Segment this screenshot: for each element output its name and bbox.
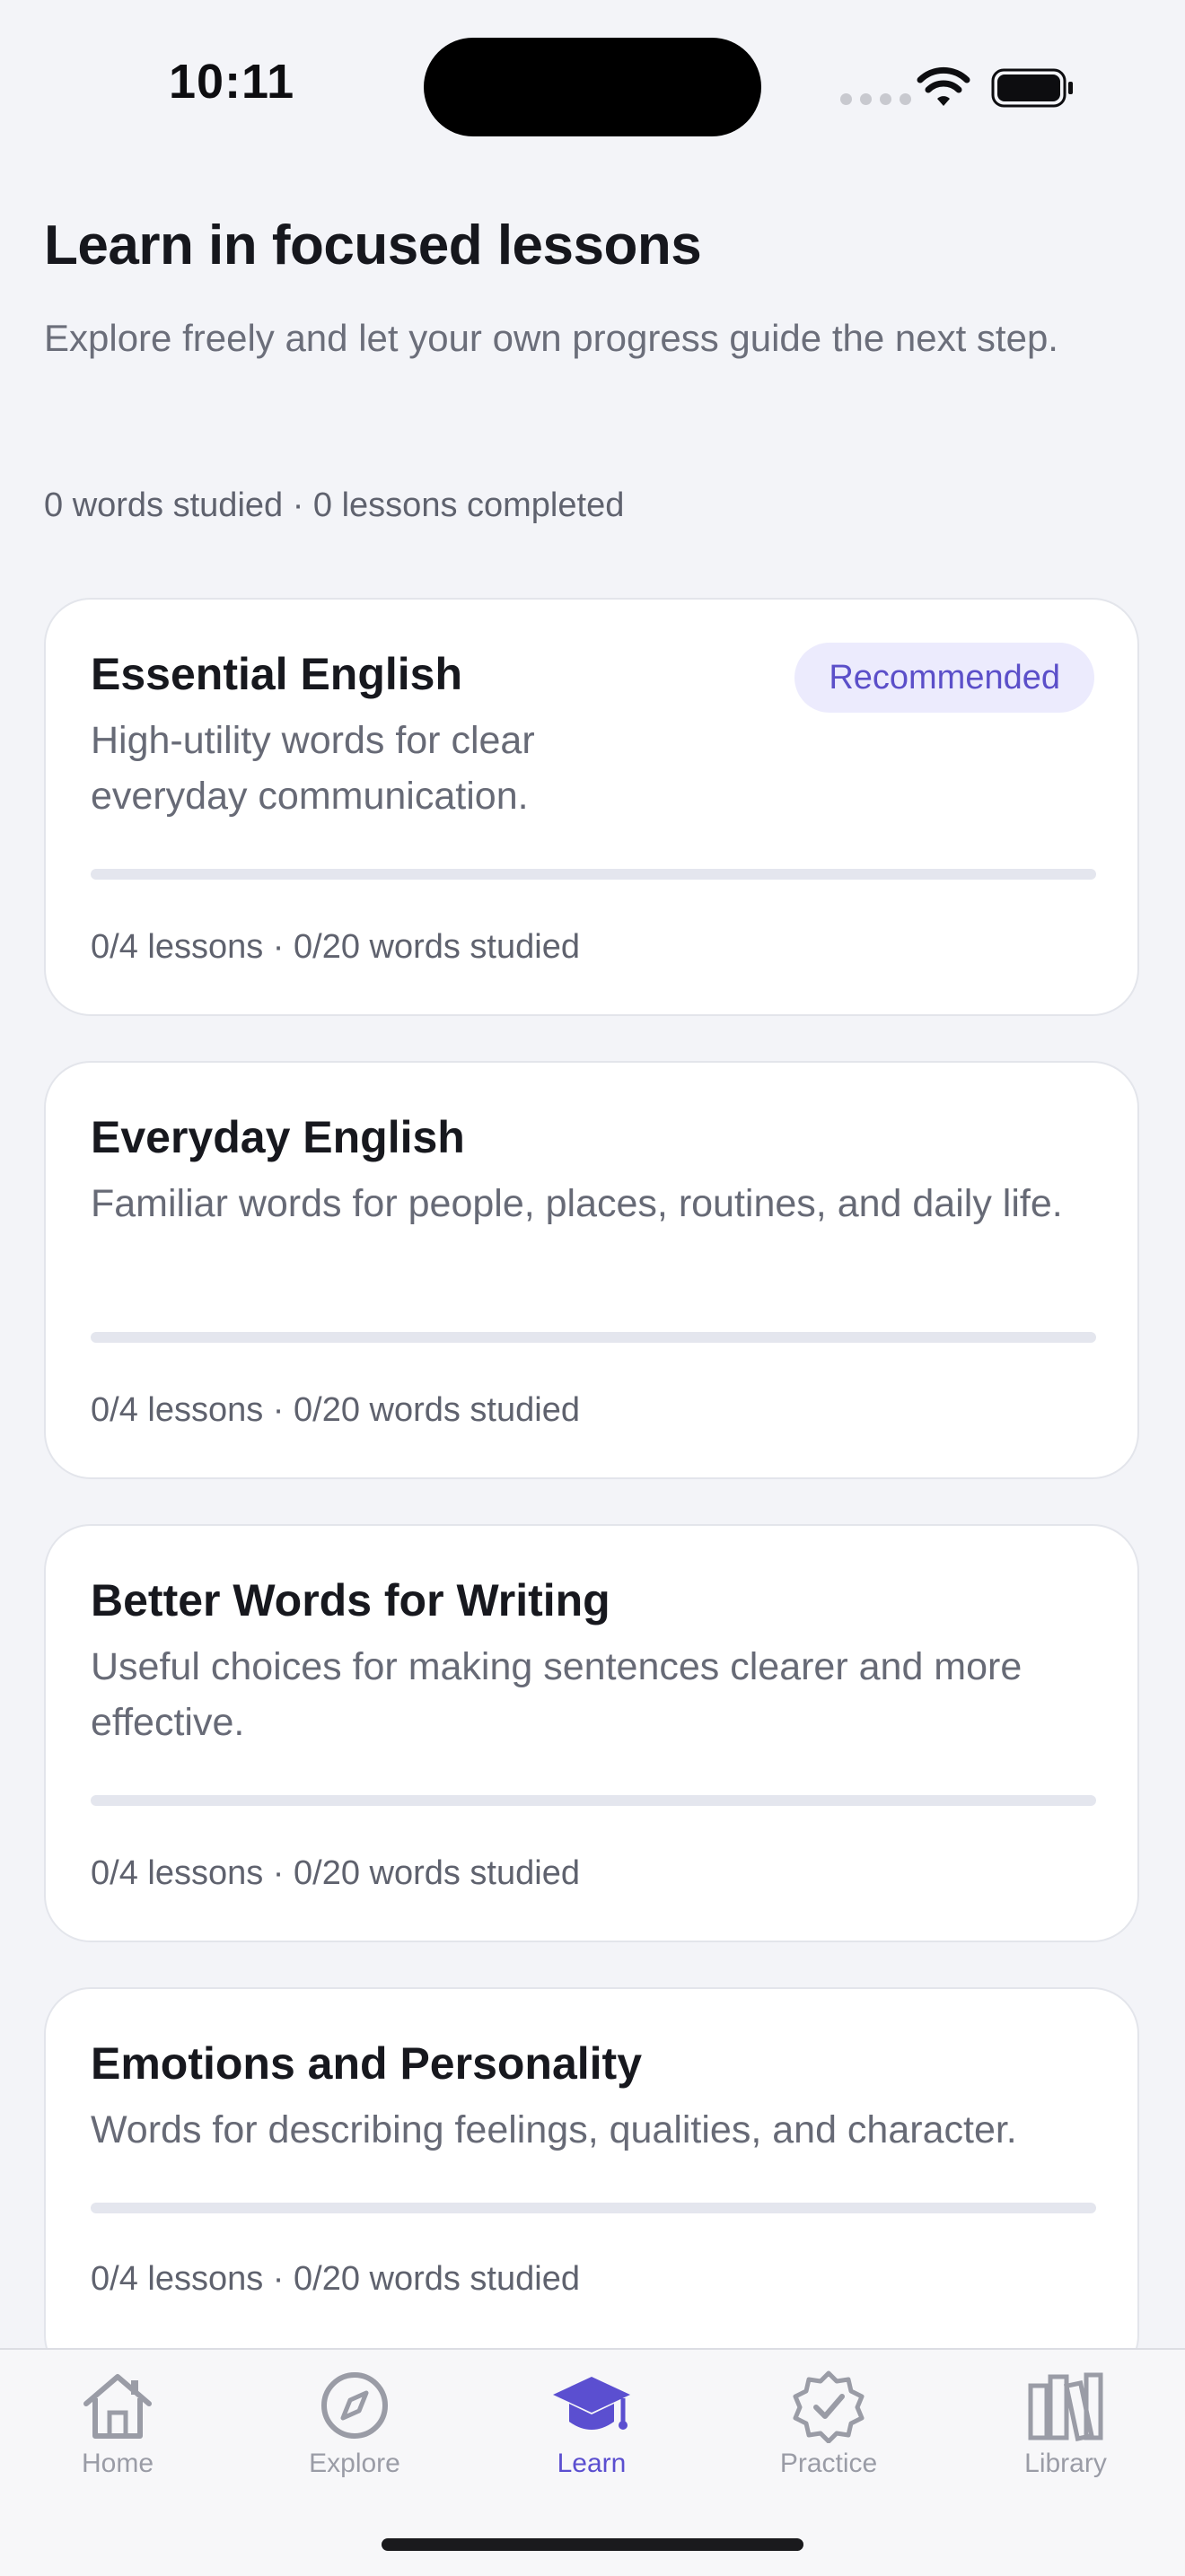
tab-label: Library — [1024, 2449, 1107, 2478]
tab-library[interactable]: Library — [976, 2368, 1155, 2484]
course-meta: 0/4 lessons · 0/20 words studied — [91, 2260, 580, 2298]
course-progress-bar — [91, 869, 1096, 880]
course-title: Better Words for Writing — [91, 1575, 610, 1625]
course-description: Familiar words for people, places, routi… — [91, 1182, 1063, 1225]
tab-label: Learn — [557, 2449, 627, 2478]
status-time: 10:11 — [169, 55, 295, 109]
page-subtitle: Explore freely and let your own progress… — [44, 317, 1058, 359]
tab-learn[interactable]: Learn — [502, 2368, 681, 2484]
course-title: Essential English — [91, 649, 463, 699]
tab-explore[interactable]: Explore — [265, 2368, 444, 2484]
status-bar: 10:11 — [0, 0, 1185, 171]
course-description: Useful choices for making sentences clea… — [91, 1645, 1023, 1744]
dynamic-island — [424, 38, 761, 136]
wifi-icon — [917, 66, 970, 106]
course-meta: 0/4 lessons · 0/20 words studied — [91, 928, 580, 966]
course-meta: 0/4 lessons · 0/20 words studied — [91, 1854, 580, 1892]
graduation-cap-icon — [553, 2377, 630, 2430]
course-card-essential-english[interactable]: Essential English Recommended High-utili… — [44, 598, 1139, 1016]
tab-label: Explore — [309, 2449, 400, 2478]
course-card-everyday-english[interactable]: Everyday English Familiar words for peop… — [44, 1061, 1139, 1479]
course-progress-bar — [91, 1795, 1096, 1806]
course-card-better-words-for-writing[interactable]: Better Words for Writing Useful choices … — [44, 1524, 1139, 1942]
course-card-emotions-and-personality[interactable]: Emotions and Personality Words for descr… — [44, 1987, 1139, 2382]
house-icon — [83, 2374, 152, 2439]
books-icon — [1028, 2372, 1103, 2441]
page-title: Learn in focused lessons — [44, 215, 702, 276]
course-progress-bar — [91, 2203, 1096, 2213]
course-progress-bar — [91, 1332, 1096, 1343]
checkmark-seal-icon — [793, 2370, 865, 2443]
cellular-signal-icon — [840, 93, 911, 105]
course-title: Everyday English — [91, 1112, 465, 1162]
recommended-badge: Recommended — [794, 643, 1094, 713]
home-indicator — [382, 2538, 803, 2551]
battery-icon — [991, 68, 1073, 108]
course-meta: 0/4 lessons · 0/20 words studied — [91, 1391, 580, 1429]
course-description: High-utility words for clear everyday co… — [91, 719, 535, 818]
course-title: Emotions and Personality — [91, 2038, 643, 2089]
progress-summary: 0 words studied · 0 lessons completed — [44, 486, 625, 524]
tab-label: Home — [81, 2449, 154, 2478]
tab-practice[interactable]: Practice — [739, 2368, 918, 2484]
tab-label: Practice — [779, 2449, 878, 2478]
compass-icon — [321, 2372, 388, 2439]
tab-home[interactable]: Home — [28, 2368, 207, 2484]
course-description: Words for describing feelings, qualities… — [91, 2108, 1017, 2151]
